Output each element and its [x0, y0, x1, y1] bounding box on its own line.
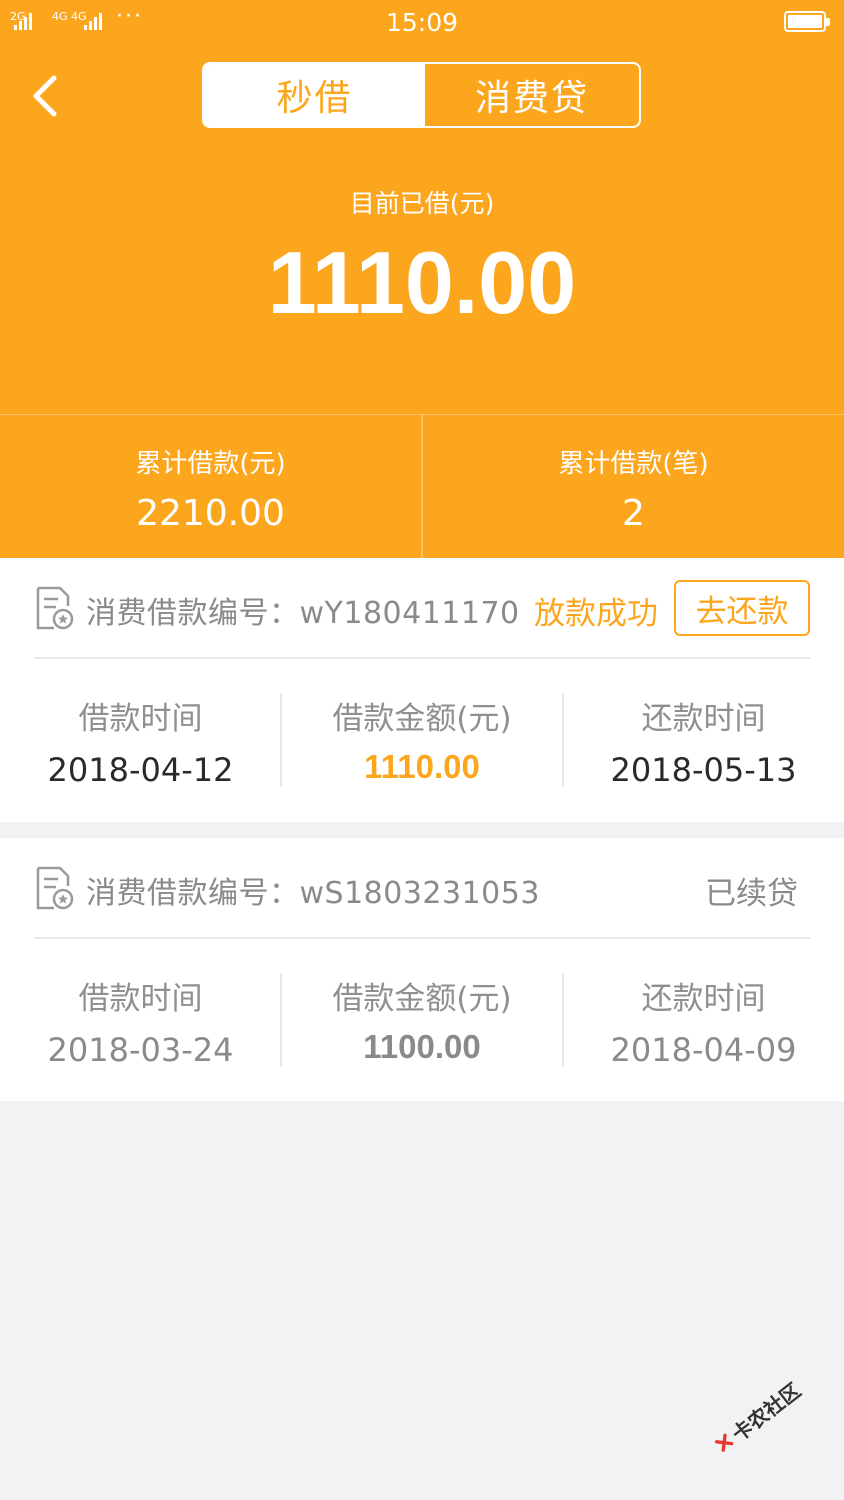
repay-date-col: 还款时间 2018-05-13	[563, 659, 844, 822]
header: 2G 4G 4G ··· 15:09 秒借 消费贷 目前已借(元) 1110.0…	[0, 0, 844, 558]
chevron-left-icon	[33, 75, 57, 117]
loan-date-col: 借款时间 2018-04-12	[0, 659, 281, 822]
loan-amount-col: 借款金额(元) 1100.00	[281, 939, 563, 1102]
loan-details: 借款时间 2018-03-24 借款金额(元) 1100.00 还款时间 201…	[0, 939, 844, 1102]
loan-amount-label: 借款金额(元)	[332, 701, 512, 737]
loan-status: 已续贷	[705, 876, 798, 912]
loan-status: 放款成功	[534, 596, 658, 632]
loan-number: 消费借款编号：wS1803231053	[86, 876, 540, 911]
total-amount-value: 2210.00	[136, 493, 285, 534]
loan-date-value: 2018-04-12	[47, 751, 234, 789]
loan-number: 消费借款编号：wY180411170	[86, 596, 520, 631]
loan-date-label: 借款时间	[78, 981, 203, 1017]
document-star-icon	[36, 866, 74, 910]
loan-date-col: 借款时间 2018-03-24	[0, 939, 281, 1102]
back-button[interactable]	[24, 66, 74, 126]
loan-card-header: 消费借款编号：wS1803231053 已续贷	[34, 838, 810, 939]
watermark-logo: 卡农社区	[696, 1358, 819, 1476]
repay-button[interactable]: 去还款	[674, 580, 810, 636]
repay-date-label: 还款时间	[641, 701, 766, 737]
total-count-label: 累计借款(笔)	[558, 449, 709, 479]
loan-amount-col: 借款金额(元) 1110.00	[281, 659, 563, 822]
repay-date-col: 还款时间 2018-04-09	[563, 939, 844, 1102]
loan-card[interactable]: 消费借款编号：wY180411170 放款成功 去还款 借款时间 2018-04…	[0, 558, 844, 822]
loan-card[interactable]: 消费借款编号：wS1803231053 已续贷 借款时间 2018-03-24 …	[0, 838, 844, 1101]
tab-xiaofeidai[interactable]: 消费贷	[425, 64, 639, 126]
loan-details: 借款时间 2018-04-12 借款金额(元) 1110.00 还款时间 201…	[0, 659, 844, 822]
clock: 15:09	[385, 8, 459, 37]
total-count-stat: 累计借款(笔) 2	[421, 415, 844, 558]
loan-amount-label: 借款金额(元)	[332, 981, 512, 1017]
total-amount-stat: 累计借款(元) 2210.00	[0, 415, 421, 558]
repay-date-value: 2018-04-09	[610, 1031, 797, 1069]
document-star-icon	[36, 586, 74, 630]
battery-icon	[784, 11, 830, 32]
repay-date-label: 还款时间	[641, 981, 766, 1017]
repay-date-value: 2018-05-13	[610, 751, 797, 789]
status-bar: 2G 4G 4G ··· 15:09	[0, 0, 844, 46]
current-borrowed-amount: 1110.00	[267, 233, 577, 332]
total-amount-label: 累计借款(元)	[135, 449, 286, 479]
stats-row: 累计借款(元) 2210.00 累计借款(笔) 2	[0, 414, 844, 558]
loan-amount-value: 1110.00	[364, 748, 480, 785]
current-borrowed-label: 目前已借(元)	[349, 189, 495, 218]
loan-date-value: 2018-03-24	[47, 1031, 234, 1069]
tab-miaojie[interactable]: 秒借	[204, 64, 425, 126]
loan-type-tabs: 秒借 消费贷	[202, 62, 641, 128]
total-count-value: 2	[622, 493, 645, 534]
loan-card-header: 消费借款编号：wY180411170 放款成功 去还款	[34, 558, 810, 659]
watermark-text: 卡农社区	[727, 1377, 805, 1446]
loan-date-label: 借款时间	[78, 701, 203, 737]
loan-amount-value: 1100.00	[363, 1028, 481, 1065]
